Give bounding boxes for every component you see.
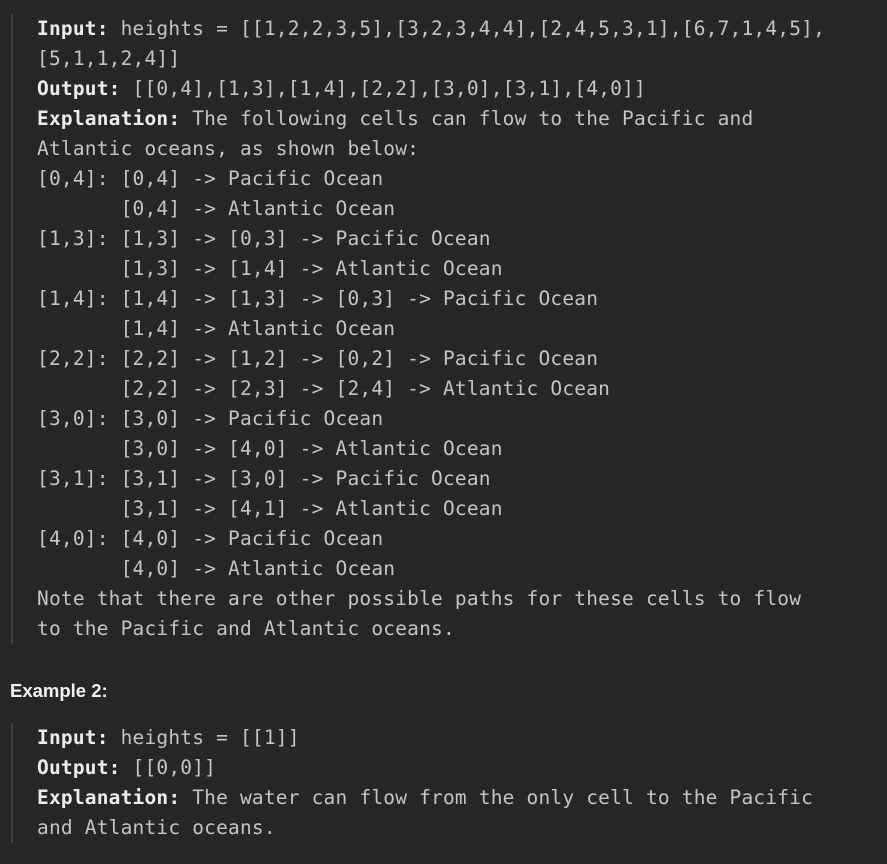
path-line: [3,0] -> [4,0] -> Atlantic Ocean: [37, 437, 503, 460]
note-line: to the Pacific and Atlantic oceans.: [37, 617, 455, 640]
path-line: [4,0] -> Atlantic Ocean: [37, 557, 396, 580]
explanation-label: Explanation:: [37, 786, 181, 809]
explanation-line: Explanation: The following cells can flo…: [37, 104, 881, 134]
example-2-block: Input: heights = [[1]] Output: [[0,0]] E…: [11, 723, 881, 843]
input-value: heights = [[1,2,2,3,5],[3,2,3,4,4],[2,4,…: [108, 17, 826, 40]
output-line: Output: [[0,4],[1,3],[1,4],[2,2],[3,0],[…: [37, 74, 881, 104]
input-label: Input:: [37, 17, 109, 40]
path-line: [1,3] -> [1,4] -> Atlantic Ocean: [37, 257, 503, 280]
explanation-continuation: and Atlantic oceans.: [37, 816, 276, 839]
path-line: [2,2]: [2,2] -> [1,2] -> [0,2] -> Pacifi…: [37, 347, 599, 370]
input-value-continuation: [5,1,1,2,4]]: [37, 47, 181, 70]
note-line: Note that there are other possible paths…: [37, 587, 802, 610]
path-line: [1,4] -> Atlantic Ocean: [37, 317, 396, 340]
input-value: heights = [[1]]: [108, 726, 300, 749]
path-line: [3,1] -> [4,1] -> Atlantic Ocean: [37, 497, 503, 520]
explanation-continuation: Atlantic oceans, as shown below:: [37, 137, 420, 160]
path-line: [2,2] -> [2,3] -> [2,4] -> Atlantic Ocea…: [37, 377, 611, 400]
path-line: [1,3]: [1,3] -> [0,3] -> Pacific Ocean: [37, 227, 491, 250]
input-line: Input: heights = [[1]]: [37, 723, 881, 753]
example-1-block: Input: heights = [[1,2,2,3,5],[3,2,3,4,4…: [11, 14, 881, 644]
input-label: Input:: [37, 726, 109, 749]
input-line: Input: heights = [[1,2,2,3,5],[3,2,3,4,4…: [37, 14, 881, 44]
example-2-heading: Example 2:: [10, 680, 108, 701]
path-line: [4,0]: [4,0] -> Pacific Ocean: [37, 527, 384, 550]
explanation-value: The following cells can flow to the Paci…: [180, 107, 754, 130]
output-line: Output: [[0,0]]: [37, 753, 881, 783]
output-value: [[0,0]]: [120, 756, 217, 779]
explanation-line: Explanation: The water can flow from the…: [37, 783, 881, 813]
path-line: [1,4]: [1,4] -> [1,3] -> [0,3] -> Pacifi…: [37, 287, 599, 310]
path-line: [3,1]: [3,1] -> [3,0] -> Pacific Ocean: [37, 467, 491, 490]
output-label: Output:: [37, 77, 121, 100]
path-line: [0,4] -> Atlantic Ocean: [37, 197, 396, 220]
path-line: [0,4]: [0,4] -> Pacific Ocean: [37, 167, 384, 190]
output-value: [[0,4],[1,3],[1,4],[2,2],[3,0],[3,1],[4,…: [120, 77, 646, 100]
explanation-label: Explanation:: [37, 107, 181, 130]
explanation-value: The water can flow from the only cell to…: [180, 786, 814, 809]
output-label: Output:: [37, 756, 121, 779]
path-line: [3,0]: [3,0] -> Pacific Ocean: [37, 407, 384, 430]
